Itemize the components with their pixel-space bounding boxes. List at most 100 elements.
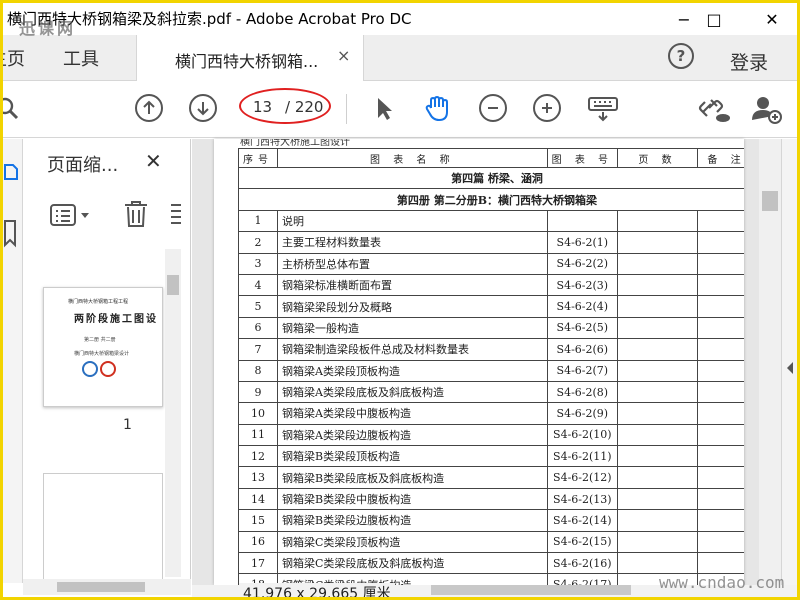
tab-document[interactable]: 横门西特大桥钢箱... ×: [136, 35, 364, 81]
document-tab-close-button[interactable]: ×: [337, 46, 350, 65]
row-title-cell: 钢箱梁A类梁段底板及斜底板构造: [277, 380, 548, 404]
tab-bar: 主页 工具 横门西特大桥钢箱... × ? 登录: [3, 35, 797, 81]
row-title-cell: 钢箱梁B类梁段中腹板构造: [277, 487, 548, 511]
row-pages-cell: [617, 273, 698, 297]
zoom-out-button[interactable]: [479, 94, 507, 122]
watermark-bottom-right: www.cndao.com: [659, 573, 785, 592]
row-code-cell: S4-6-2(9): [546, 402, 619, 425]
share-link-icon[interactable]: [697, 94, 731, 124]
left-tool-rail: [3, 139, 23, 583]
row-code-cell: S4-6-2(4): [546, 295, 619, 318]
row-code-cell: S4-6-2(10): [546, 423, 619, 447]
previous-page-button[interactable]: [135, 94, 163, 122]
row-title-cell: 钢箱梁B类梁段底板及斜底板构造: [277, 466, 548, 489]
row-number-cell: 11: [238, 423, 278, 447]
row-pages-cell: [617, 252, 698, 275]
thumbnails-vertical-scrollbar[interactable]: [165, 249, 181, 577]
row-title-cell: 钢箱梁标准横断面布置: [277, 273, 548, 297]
table-row: 5 钢箱梁梁段划分及概略 S4-6-2(4): [238, 295, 744, 318]
main-toolbar: 13 / 220: [3, 82, 797, 138]
row-notes-cell: [697, 552, 744, 575]
row-pages-cell: [617, 445, 698, 468]
table-row: 11 钢箱梁A类梁段边腹板构造 S4-6-2(10): [238, 423, 744, 447]
row-number-cell: 4: [238, 273, 278, 297]
row-pages-cell: [617, 552, 698, 575]
row-code-cell: S4-6-2(8): [546, 380, 619, 404]
table-row: 13 钢箱梁B类梁段底板及斜底板构造 S4-6-2(12): [238, 466, 744, 489]
table-header-cell: 页 数: [617, 148, 698, 168]
row-number-cell: 15: [238, 509, 278, 532]
thumbnails-hscroll-thumb[interactable]: [57, 582, 145, 592]
page-thumbnail-1[interactable]: 横门西特大桥钢箱工程工程 两阶段施工图设 第二册 共二册 横门西特大桥钢箱梁设计: [43, 287, 163, 407]
row-notes-cell: [697, 209, 744, 233]
select-arrow-icon[interactable]: [375, 96, 395, 122]
drawing-index-table: 序号 图 表 名 称 图 表 号 页 数 备 注 第四篇 桥梁、涵洞 第四册 第…: [238, 148, 744, 585]
document-viewer[interactable]: 横门西特大桥施工图设计 序号 图 表 名 称 图 表 号 页 数 备 注 第四篇…: [192, 139, 759, 585]
table-row: 10 钢箱梁A类梁段中腹板构造 S4-6-2(9): [238, 402, 744, 425]
row-pages-cell: [617, 231, 698, 254]
arrow-down-icon: [197, 102, 209, 116]
row-pages-cell: [617, 423, 698, 447]
table-header-row: 序号 图 表 名 称 图 表 号 页 数 备 注: [238, 148, 744, 168]
row-number-cell: 9: [238, 380, 278, 404]
section-title-row: 第四篇 桥梁、涵洞: [238, 166, 744, 190]
row-number-cell: 16: [238, 530, 278, 554]
row-notes-cell: [697, 466, 744, 489]
arrow-up-icon: [143, 100, 155, 114]
thumbnail-text-line: 横门西特大桥钢箱梁设计: [74, 351, 130, 357]
maximize-button[interactable]: □: [691, 3, 737, 35]
zoom-in-button[interactable]: [533, 94, 561, 122]
page-highlight-annotation: [239, 88, 331, 124]
row-number-cell: 14: [238, 487, 278, 511]
help-icon[interactable]: ?: [668, 43, 694, 69]
row-code-cell: S4-6-2(17): [546, 573, 619, 585]
row-number-cell: 10: [238, 402, 278, 425]
row-pages-cell: [617, 380, 698, 404]
bookmark-panel-icon[interactable]: [3, 219, 19, 249]
tab-tools[interactable]: 工具: [63, 45, 99, 71]
login-button[interactable]: 登录: [730, 48, 768, 75]
tab-home[interactable]: 主页: [3, 45, 25, 71]
search-icon[interactable]: [0, 96, 23, 122]
chevron-left-icon[interactable]: [785, 361, 795, 375]
row-notes-cell: [697, 231, 744, 254]
row-title-cell: 钢箱梁C类梁段底板及斜底板构造: [277, 552, 548, 575]
row-notes-cell: [697, 530, 744, 554]
right-pane-toggle[interactable]: [781, 139, 797, 585]
next-page-button[interactable]: [189, 94, 217, 122]
row-pages-cell: [617, 359, 698, 382]
hand-tool-icon[interactable]: [423, 94, 453, 124]
table-row: 16 钢箱梁C类梁段顶板构造 S4-6-2(15): [238, 530, 744, 554]
row-pages-cell: [617, 209, 698, 233]
subsection-title: 第四册 第二分册B：横门西特大桥钢箱梁: [238, 188, 744, 211]
thumbnails-panel-close-button[interactable]: ✕: [145, 149, 162, 173]
row-pages-cell: [617, 466, 698, 489]
document-hscroll-thumb[interactable]: [431, 585, 631, 595]
row-notes-cell: [697, 338, 744, 361]
row-number-cell: 5: [238, 295, 278, 318]
page-thumbnail-2[interactable]: [43, 473, 163, 585]
table-row: 12 钢箱梁B类梁段顶板构造 S4-6-2(11): [238, 445, 744, 468]
trash-icon[interactable]: [121, 199, 151, 229]
thumbnails-horizontal-scrollbar[interactable]: [23, 579, 191, 595]
pages-panel-icon[interactable]: [3, 161, 19, 183]
row-number-cell: 6: [238, 316, 278, 340]
row-pages-cell: [617, 316, 698, 340]
row-pages-cell: [617, 530, 698, 554]
table-row: 14 钢箱梁B类梁段中腹板构造 S4-6-2(13): [238, 487, 744, 511]
watermark-top-left: 迅课网: [19, 19, 77, 38]
row-pages-cell: [617, 509, 698, 532]
pdf-page: 横门西特大桥施工图设计 序号 图 表 名 称 图 表 号 页 数 备 注 第四篇…: [214, 139, 744, 585]
row-title-cell: 说明: [277, 209, 548, 233]
section-title: 第四篇 桥梁、涵洞: [238, 166, 744, 190]
document-scroll-thumb[interactable]: [762, 191, 778, 211]
more-tools-icon[interactable]: [167, 199, 189, 229]
add-user-icon[interactable]: [751, 94, 783, 124]
thumbnails-scroll-thumb[interactable]: [167, 275, 179, 295]
keyboard-icon[interactable]: [587, 96, 619, 124]
document-vertical-scrollbar[interactable]: [759, 139, 781, 585]
row-notes-cell: [697, 402, 744, 425]
thumbnail-options-icon[interactable]: [49, 203, 93, 227]
thumbnail-text-line: 横门西特大桥钢箱工程工程: [68, 299, 129, 305]
close-button[interactable]: ✕: [749, 3, 795, 35]
